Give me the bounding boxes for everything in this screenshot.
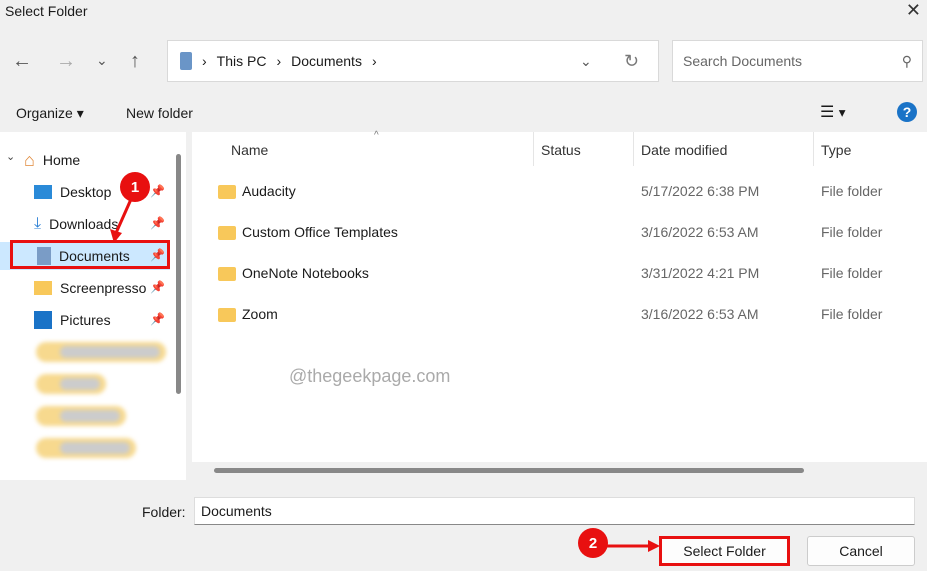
sidebar-item-pictures[interactable]: Pictures — [34, 306, 168, 334]
pin-icon: 📌 — [150, 280, 165, 294]
folder-icon — [34, 281, 52, 295]
blurred-item — [36, 406, 126, 426]
horizontal-scrollbar[interactable] — [214, 468, 804, 473]
documents-icon — [180, 52, 192, 70]
pin-icon: 📌 — [150, 184, 165, 198]
search-placeholder: Search Documents — [683, 53, 803, 69]
column-type[interactable]: Type — [821, 142, 851, 158]
back-icon[interactable]: ← — [12, 50, 32, 73]
arrow-annotation — [110, 196, 134, 243]
sort-ascending-icon: ^ — [374, 130, 379, 141]
folder-icon — [218, 226, 236, 240]
blurred-item — [36, 342, 166, 362]
folder-input[interactable]: Documents — [194, 497, 915, 525]
file-row[interactable]: Custom Office Templates 3/16/2022 6:53 AM… — [192, 215, 927, 251]
address-dropdown-icon[interactable]: ⌄ — [580, 53, 592, 70]
forward-icon[interactable]: → — [56, 50, 76, 73]
column-status[interactable]: Status — [541, 142, 581, 158]
highlight-box — [10, 240, 170, 269]
organize-button[interactable]: Organize ▾ — [16, 105, 84, 122]
sidebar-scrollbar[interactable] — [176, 154, 181, 394]
file-row[interactable]: OneNote Notebooks 3/31/2022 4:21 PM File f… — [192, 256, 927, 292]
navigation-pane: ⌄ ⌂ Home Desktop ⤓ Downloads Documents Scr… — [0, 132, 186, 480]
watermark: @thegeekpage.com — [289, 366, 451, 386]
pictures-icon — [34, 311, 52, 329]
help-icon[interactable]: ? — [897, 102, 917, 122]
sidebar-item-screenpresso[interactable]: Screenpresso — [34, 274, 168, 302]
chevron-icon: › — [202, 53, 207, 69]
refresh-icon[interactable]: ↻ — [624, 51, 639, 72]
up-icon[interactable]: ↑ — [130, 50, 140, 73]
chevron-icon: › — [276, 53, 282, 69]
file-row[interactable]: Audacity 5/17/2022 6:38 PM File folder — [192, 174, 927, 210]
address-bar[interactable]: › This PC › Documents › ⌄ ↻ — [167, 40, 659, 82]
file-list: ^ Name Status Date modified Type Audacit… — [192, 130, 927, 480]
download-icon: ⤓ — [34, 215, 42, 232]
select-folder-button[interactable]: Select Folder — [659, 536, 790, 566]
breadcrumb-documents[interactable]: Documents — [291, 53, 362, 69]
cancel-button[interactable]: Cancel — [807, 536, 915, 566]
pin-icon: 📌 — [150, 216, 165, 230]
search-input[interactable]: Search Documents ⚲ — [672, 40, 923, 82]
view-menu-icon[interactable]: ☰ ▾ — [820, 102, 846, 122]
home-icon: ⌂ — [24, 149, 35, 170]
recent-chevron-icon[interactable]: ⌄ — [96, 52, 108, 69]
chevron-icon: › — [371, 53, 377, 69]
pin-icon: 📌 — [150, 312, 165, 326]
breadcrumb-this-pc[interactable]: This PC — [217, 53, 267, 69]
blurred-item — [36, 374, 106, 394]
folder-icon — [218, 185, 236, 199]
blurred-item — [36, 438, 136, 458]
arrow-annotation — [606, 540, 660, 552]
folder-label: Folder: — [142, 504, 186, 520]
window-title: Select Folder — [5, 3, 88, 19]
collapse-chevron-icon[interactable]: ⌄ — [6, 150, 15, 163]
close-icon[interactable]: ✕ — [906, 0, 921, 21]
new-folder-button[interactable]: New folder — [126, 105, 193, 121]
file-row[interactable]: Zoom 3/16/2022 6:53 AM File folder — [192, 297, 927, 333]
folder-icon — [218, 267, 236, 281]
desktop-icon — [34, 185, 52, 199]
folder-icon — [218, 308, 236, 322]
column-name[interactable]: Name — [231, 142, 268, 158]
sidebar-item-home[interactable]: ⌂ Home — [24, 146, 158, 174]
step-2-badge: 2 — [578, 528, 608, 558]
column-date-modified[interactable]: Date modified — [641, 142, 727, 158]
search-icon: ⚲ — [901, 52, 912, 69]
